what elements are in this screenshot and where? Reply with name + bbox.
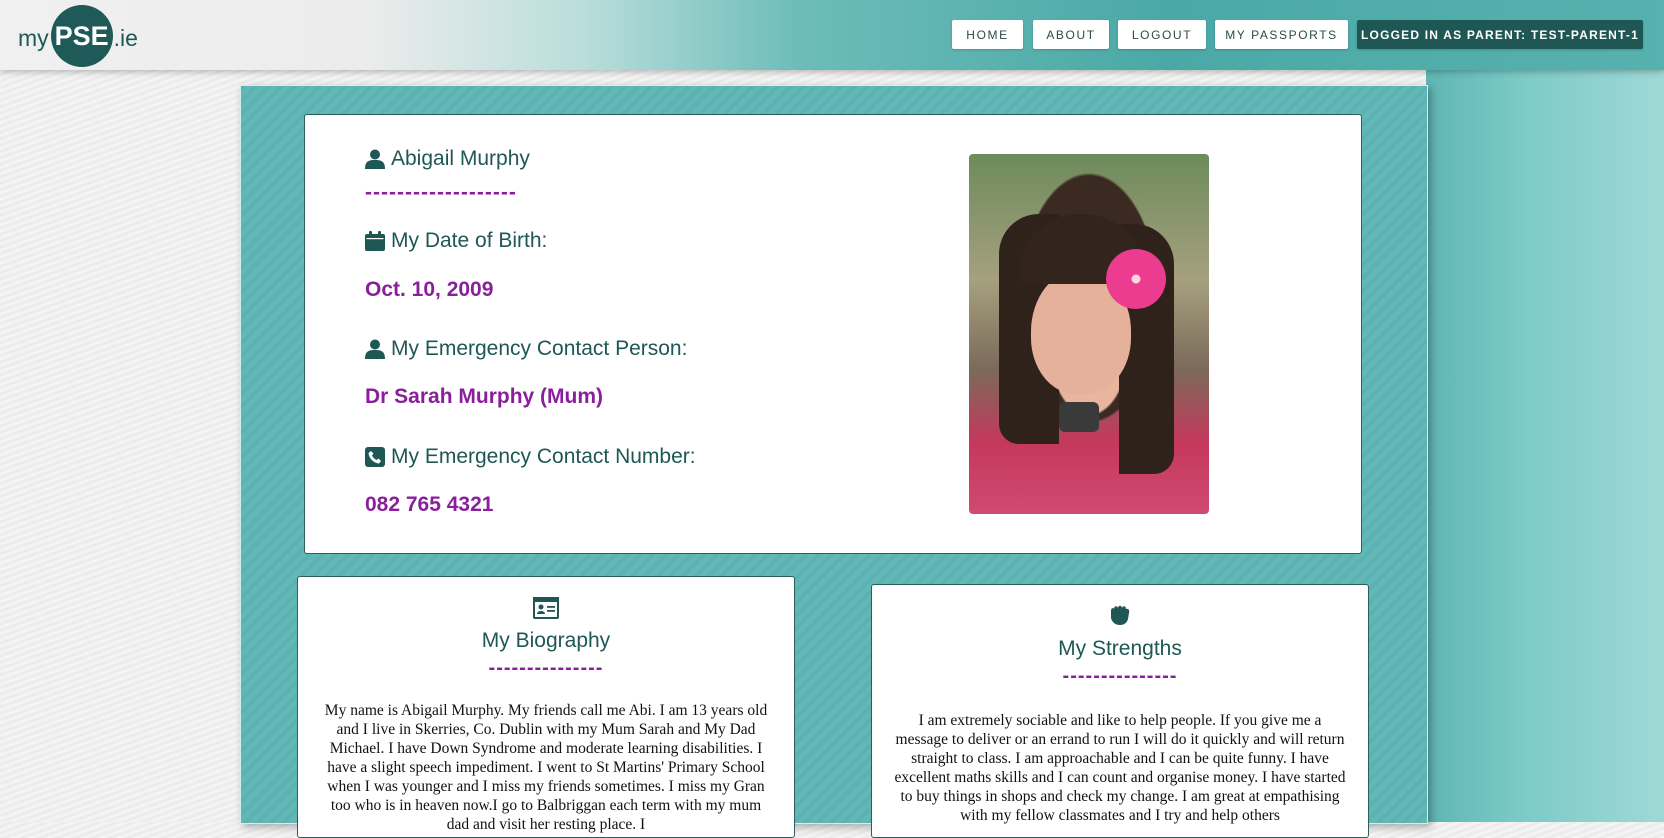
- navbar: my PSE .ie HOME ABOUT LOGOUT MY PASSPORT…: [0, 0, 1664, 70]
- logo-suffix: .ie: [113, 24, 138, 51]
- logo-circle: PSE: [50, 5, 113, 67]
- dob-label: My Date of Birth:: [391, 229, 548, 252]
- nav-home-button[interactable]: HOME: [952, 20, 1023, 49]
- user-icon: [365, 149, 385, 169]
- nav-about-button[interactable]: ABOUT: [1033, 20, 1109, 49]
- number-value: 082 765 4321: [365, 493, 494, 516]
- phone-square-icon: [365, 447, 385, 467]
- name-heading: Abigail Murphy: [365, 147, 530, 171]
- biography-text: My name is Abigail Murphy. My friends ca…: [324, 702, 768, 833]
- profile-photo: [969, 154, 1209, 514]
- number-heading: My Emergency Contact Number:: [365, 445, 696, 469]
- id-card-icon: [533, 597, 559, 619]
- nav-logout-button[interactable]: LOGOUT: [1118, 20, 1206, 49]
- background-stripe: [1426, 70, 1664, 822]
- strengths-text: I am extremely sociable and like to help…: [894, 712, 1346, 824]
- student-name: Abigail Murphy: [391, 147, 530, 170]
- logo-prefix: my: [18, 24, 49, 51]
- number-label: My Emergency Contact Number:: [391, 445, 696, 468]
- contact-heading: My Emergency Contact Person:: [365, 337, 687, 361]
- strengths-divider: ---------------: [1062, 665, 1178, 687]
- logged-in-user-button[interactable]: LOGGED IN AS PARENT: TEST-PARENT-1: [1357, 20, 1643, 49]
- user-icon: [365, 339, 385, 359]
- strengths-title: My Strengths: [1058, 637, 1182, 660]
- calendar-icon: [365, 231, 385, 251]
- dob-value: Oct. 10, 2009: [365, 278, 494, 301]
- strengths-card: My Strengths --------------- I am extrem…: [871, 584, 1369, 838]
- name-divider: -------------------: [365, 181, 517, 204]
- contact-value: Dr Sarah Murphy (Mum): [365, 385, 604, 408]
- profile-card: Abigail Murphy ------------------- My Da…: [304, 114, 1362, 554]
- contact-label: My Emergency Contact Person:: [391, 337, 688, 360]
- dob-heading: My Date of Birth:: [365, 229, 547, 253]
- site-logo[interactable]: my PSE .ie: [18, 5, 138, 67]
- nav-passports-button[interactable]: MY PASSPORTS: [1215, 20, 1348, 49]
- biography-title: My Biography: [481, 629, 611, 652]
- biography-divider: ---------------: [488, 657, 604, 679]
- fist-icon: [1111, 605, 1130, 625]
- biography-card: My Biography --------------- My name is …: [297, 576, 795, 838]
